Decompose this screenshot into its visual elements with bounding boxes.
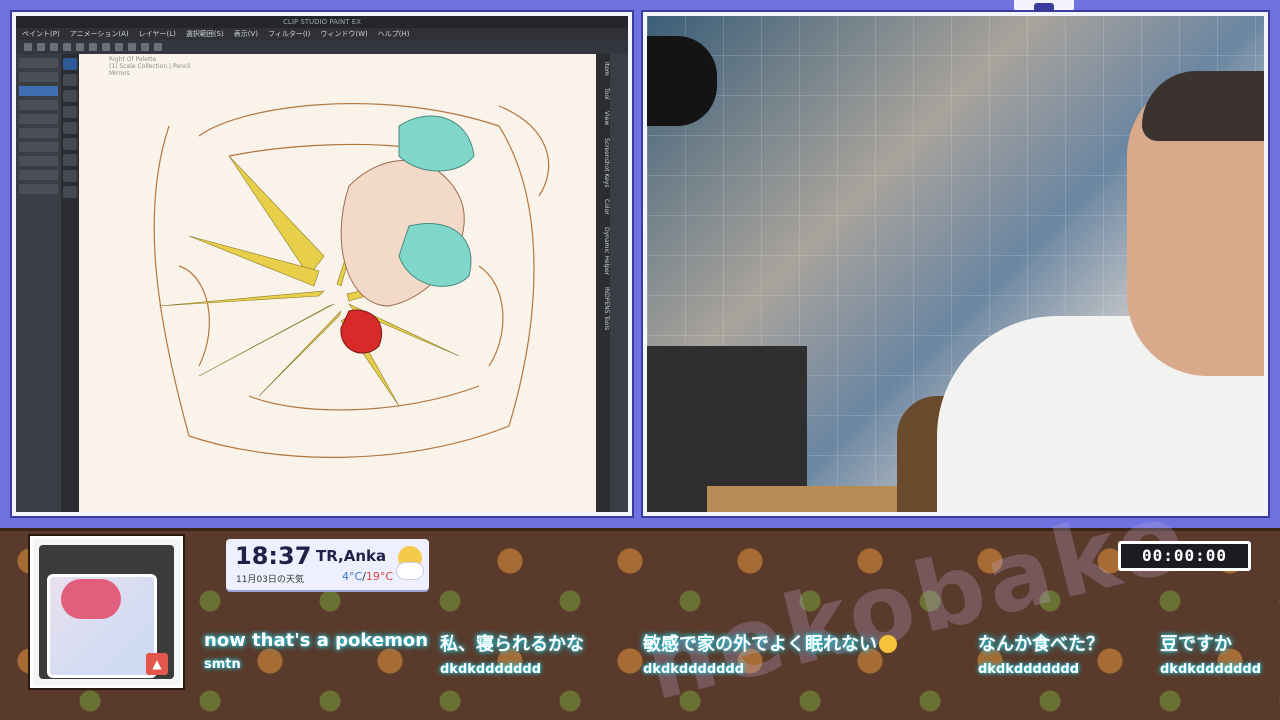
layer-row-selected[interactable] [19,86,58,96]
partly-cloudy-icon [396,544,424,584]
tab-dynamic-helper[interactable]: Dynamic Helper [596,227,610,275]
camel-logo-icon: ▲ [146,653,168,675]
hand-tool-icon[interactable] [63,90,77,102]
chat-username: dkdkddddddd [1160,662,1262,677]
drawing-app-capture: CLIP STUDIO PAINT EX ペイント(P) アニメーション(A) … [12,12,632,516]
menu-item-help[interactable]: ヘルプ(H) [378,29,410,39]
crop-icon[interactable] [141,43,149,51]
chat-text: now that's a pokemon [204,630,429,651]
chat-message: 豆ですか dkdkddddddd [1160,630,1261,677]
layer-row[interactable] [19,72,58,82]
webcam-capture [643,12,1268,516]
tab-screenshot-keys[interactable]: Screenshot Keys [596,138,610,188]
tool-palette [61,54,79,512]
chat-message: なんか食べた？ dkdkddddddd [978,630,1104,677]
menu-item-selection[interactable]: 選択範囲(S) [186,29,224,39]
timer-display: 00:00:00 [1121,544,1248,568]
weather-location: TR,Anka [316,547,387,565]
chat-username: dkdkddddddd [978,662,1080,677]
menu-item-window[interactable]: ウィンドウ(W) [320,29,367,39]
snap-icon[interactable] [154,43,162,51]
rotate-tool-icon[interactable] [63,106,77,118]
menu-item-layer[interactable]: レイヤー(L) [139,29,176,39]
lasso-tool-icon[interactable] [63,74,77,86]
temp-low: 4°C [342,570,363,583]
app-toolbar [16,40,628,54]
menu-item-filter[interactable]: フィルター(I) [268,29,310,39]
chat-username: dkdkddddddd [440,662,542,677]
app-titlebar: CLIP STUDIO PAINT EX [16,16,628,28]
eyedropper-tool-icon[interactable] [63,138,77,150]
open-file-icon[interactable] [37,43,45,51]
save-icon[interactable] [50,43,58,51]
tab-view[interactable]: View [596,111,610,125]
app-body: Right Of Palette (1) Scale Collection | … [16,54,628,512]
tab-indpens-tools[interactable]: INDPENS Tools [596,287,610,330]
new-file-icon[interactable] [24,43,32,51]
chat-username: dkdkddddddd [643,662,745,677]
menu-item-view[interactable]: 表示(V) [234,29,258,39]
tab-color[interactable]: Color [596,199,610,215]
weather-date: 11月03日の天気 [236,575,304,585]
microphone-icon [647,36,717,126]
zoom-tool-icon[interactable] [63,122,77,134]
layer-palette [16,54,61,512]
invert-selection-icon[interactable] [128,43,136,51]
transform-icon[interactable] [102,43,110,51]
right-tab-strip: Item Tool View Screenshot Keys Color Dyn… [596,54,610,512]
temp-high: 19°C [365,570,394,583]
chat-text: 豆ですか [1160,634,1232,655]
crying-face-icon [879,635,897,653]
layer-row[interactable] [19,156,58,166]
sticker-photo: ▲ [30,536,183,688]
tab-item[interactable]: Item [596,62,610,76]
layer-row[interactable] [19,100,58,110]
layer-row[interactable] [19,58,58,68]
chat-text: 私、寝られるかな [440,634,584,655]
clock-time: 18:37 [235,542,312,570]
clear-icon[interactable] [89,43,97,51]
move-tool-icon[interactable] [63,58,77,70]
chat-text: 敏感で家の外でよく眠れない [643,634,877,655]
stream-timer: 00:00:00 [1118,541,1251,571]
undo-icon[interactable] [63,43,71,51]
chat-text: なんか食べた？ [978,634,1104,655]
pen-tool-icon[interactable] [63,154,77,166]
chat-message: 私、寝られるかな dkdkddddddd [440,630,584,677]
gradient-tool-icon[interactable] [63,186,77,198]
menu-item-paint[interactable]: ペイント(P) [22,29,60,39]
right-dock [610,54,628,512]
redo-icon[interactable] [76,43,84,51]
deselect-icon[interactable] [115,43,123,51]
layer-row[interactable] [19,128,58,138]
cloud-icon [396,562,424,580]
layer-row[interactable] [19,184,58,194]
canvas-info-line: Right Of Palette [109,56,157,63]
chat-message: now that's a pokemon smtn [204,630,428,672]
sticker-character [61,579,121,619]
layer-row[interactable] [19,114,58,124]
layer-row[interactable] [19,170,58,180]
drawing-canvas[interactable]: Right Of Palette (1) Scale Collection | … [79,54,596,512]
weather-temperature: 4°C/19°C [342,570,393,583]
sketch-artwork [153,103,550,458]
chat-username: smtn [204,657,241,672]
layer-row[interactable] [19,142,58,152]
tab-tool[interactable]: Tool [596,88,610,100]
menu-item-animation[interactable]: アニメーション(A) [70,29,129,39]
fill-tool-icon[interactable] [63,170,77,182]
app-menubar: ペイント(P) アニメーション(A) レイヤー(L) 選択範囲(S) 表示(V)… [16,28,628,40]
chat-ticker: now that's a pokemon smtn 私、寝られるかな dkdkd… [200,630,1280,690]
weather-widget: 18:37 TR,Anka 11月03日の天気 4°C/19°C [226,539,429,590]
chat-message: 敏感で家の外でよく眠れない dkdkddddddd [643,630,897,677]
